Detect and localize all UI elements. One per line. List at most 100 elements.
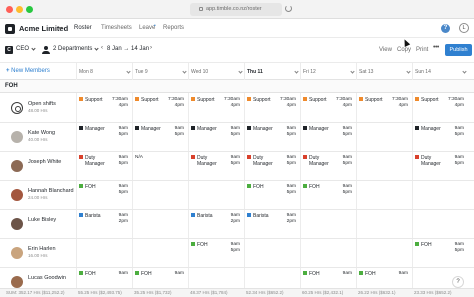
departments-select[interactable]: 2 Departments <box>53 46 92 52</box>
close-window-button[interactable] <box>6 6 13 13</box>
print-button[interactable]: Print <box>416 47 428 53</box>
date-range[interactable]: 8 Jan → 14 Jan <box>107 46 149 52</box>
shift-cell[interactable]: Manager 9am 5pm <box>188 123 244 152</box>
shift-cell[interactable]: Barista 9am 2pm <box>188 210 244 239</box>
shift-cell[interactable]: Duty Manager 9am 5pm <box>76 152 132 181</box>
new-members-button[interactable]: + New Members <box>6 68 50 74</box>
day-header[interactable]: Fri 12 <box>303 69 316 75</box>
empty-shift-cell[interactable] <box>412 181 468 210</box>
shift-cell[interactable]: FOH 9am 5pm <box>300 181 356 210</box>
shift-end-time: 5pm <box>286 132 296 137</box>
day-header[interactable]: Tue 9 <box>135 69 148 75</box>
empty-shift-cell[interactable] <box>412 210 468 239</box>
chevron-down-icon[interactable] <box>182 69 187 74</box>
role-color-icon <box>135 97 139 101</box>
empty-shift-cell[interactable] <box>300 239 356 268</box>
nav-timesheets[interactable]: Timesheets <box>101 25 132 31</box>
shift-cell[interactable]: FOH 9am 5pm <box>412 239 468 268</box>
next-week-button[interactable]: › <box>150 45 152 51</box>
chevron-down-icon[interactable] <box>350 69 355 74</box>
shift-cell[interactable]: Duty Manager 9am 5pm <box>300 152 356 181</box>
empty-shift-cell[interactable] <box>356 123 412 152</box>
shift-end-time: 4pm <box>286 103 296 108</box>
shift-cell[interactable]: Support 7:30am 4pm <box>244 94 300 123</box>
day-header[interactable]: Sat 13 <box>359 69 373 75</box>
empty-shift-cell[interactable] <box>132 181 188 210</box>
chevron-down-icon[interactable] <box>406 69 411 74</box>
empty-shift-cell[interactable] <box>76 239 132 268</box>
shift-cell[interactable]: Support 7:30am 4pm <box>412 94 468 123</box>
shift-end-time: 5pm <box>230 161 240 166</box>
shift-start-time: 9am <box>174 271 184 276</box>
empty-shift-cell[interactable] <box>244 239 300 268</box>
shift-cell[interactable]: Duty Manager 9am 5pm <box>188 152 244 181</box>
shift-start-time: 9am <box>230 155 240 160</box>
nav-leave[interactable]: Leave <box>139 25 155 31</box>
empty-shift-cell[interactable] <box>356 152 412 181</box>
location-select[interactable]: CEO <box>16 46 29 52</box>
shift-cell[interactable]: FOH 9am 5pm <box>188 239 244 268</box>
chevron-down-icon[interactable] <box>94 46 99 51</box>
copy-button[interactable]: Copy <box>397 47 411 53</box>
shift-cell[interactable]: Manager 9am 5pm <box>132 123 188 152</box>
nav-reports[interactable]: Reports <box>163 25 184 31</box>
maximize-window-button[interactable] <box>26 6 33 13</box>
shift-cell[interactable]: Barista 9am 2pm <box>76 210 132 239</box>
shift-cell[interactable]: Manager 9am 5pm <box>412 123 468 152</box>
shift-cell[interactable]: FOH 9am 5pm <box>76 181 132 210</box>
shift-cell[interactable]: Barista 9am 2pm <box>244 210 300 239</box>
shift-cell[interactable]: Support 7:30am 4pm <box>76 94 132 123</box>
roster-row: Open shifts 48.00 Hrs Support 7:30am 4pm Supp… <box>0 94 474 123</box>
member-cell[interactable]: Kate Wong 40.00 Hrs <box>0 123 76 152</box>
member-cell[interactable]: Erin Harlen 16.00 Hrs <box>0 239 76 268</box>
day-header[interactable]: Sun 14 <box>415 69 431 75</box>
shift-start-time: 9am <box>454 126 464 131</box>
empty-shift-cell[interactable] <box>356 181 412 210</box>
empty-shift-cell[interactable] <box>356 210 412 239</box>
shift-end-time: 2pm <box>286 219 296 224</box>
shift-role: Support <box>303 97 327 103</box>
chevron-down-icon[interactable] <box>462 69 467 74</box>
chevron-down-icon[interactable] <box>31 46 36 51</box>
reload-icon[interactable] <box>285 5 292 12</box>
more-options-icon[interactable]: ••• <box>433 44 439 51</box>
address-bar[interactable]: app.timble.co.nz/roster <box>190 3 282 16</box>
view-button[interactable]: View <box>379 47 392 53</box>
nav-roster[interactable]: Roster <box>74 25 92 31</box>
shift-cell[interactable]: FOH 9am 5pm <box>244 181 300 210</box>
publish-button[interactable]: Publish <box>445 44 472 56</box>
chevron-down-icon[interactable] <box>238 69 243 74</box>
shift-cell[interactable]: Support 7:30am 4pm <box>300 94 356 123</box>
shift-cell[interactable]: Duty Manager 9am 5pm <box>412 152 468 181</box>
shift-cell[interactable]: Duty Manager 9am 5pm <box>244 152 300 181</box>
member-cell[interactable]: Hannah Blanchard 24.00 Hrs <box>0 181 76 210</box>
shift-cell[interactable]: Manager 9am 5pm <box>300 123 356 152</box>
chevron-down-icon[interactable] <box>126 69 131 74</box>
shift-cell[interactable]: Manager 9am 5pm <box>76 123 132 152</box>
empty-shift-cell[interactable] <box>300 210 356 239</box>
shift-cell[interactable]: N/A <box>132 152 188 181</box>
shift-role-label: FOH <box>141 271 152 277</box>
shift-cell[interactable]: Manager 9am 5pm <box>244 123 300 152</box>
empty-shift-cell[interactable] <box>132 239 188 268</box>
member-cell[interactable]: Luke Bisley <box>0 210 76 239</box>
day-header[interactable]: Wed 10 <box>191 69 208 75</box>
empty-shift-cell[interactable] <box>132 210 188 239</box>
minimize-window-button[interactable] <box>16 6 23 13</box>
member-cell[interactable]: Joseph White <box>0 152 76 181</box>
chevron-down-icon[interactable] <box>294 69 299 74</box>
empty-shift-cell[interactable] <box>188 181 244 210</box>
day-header-today[interactable]: Thu 11 <box>247 69 263 75</box>
day-header[interactable]: Mon 8 <box>79 69 93 75</box>
help-chat-button[interactable]: ? <box>452 276 464 288</box>
empty-shift-cell[interactable] <box>356 239 412 268</box>
previous-week-button[interactable]: ‹ <box>101 45 103 51</box>
member-cell[interactable]: Open shifts 48.00 Hrs <box>0 94 76 123</box>
shift-cell[interactable]: Support 7:30am 4pm <box>132 94 188 123</box>
shift-cell[interactable]: Support 7:30am 4pm <box>356 94 412 123</box>
avatar <box>11 276 23 288</box>
user-avatar[interactable]: L <box>459 23 469 33</box>
shift-cell[interactable]: Support 7:30am 4pm <box>188 94 244 123</box>
help-icon[interactable]: ? <box>441 24 450 33</box>
shift-role: FOH <box>191 242 208 248</box>
